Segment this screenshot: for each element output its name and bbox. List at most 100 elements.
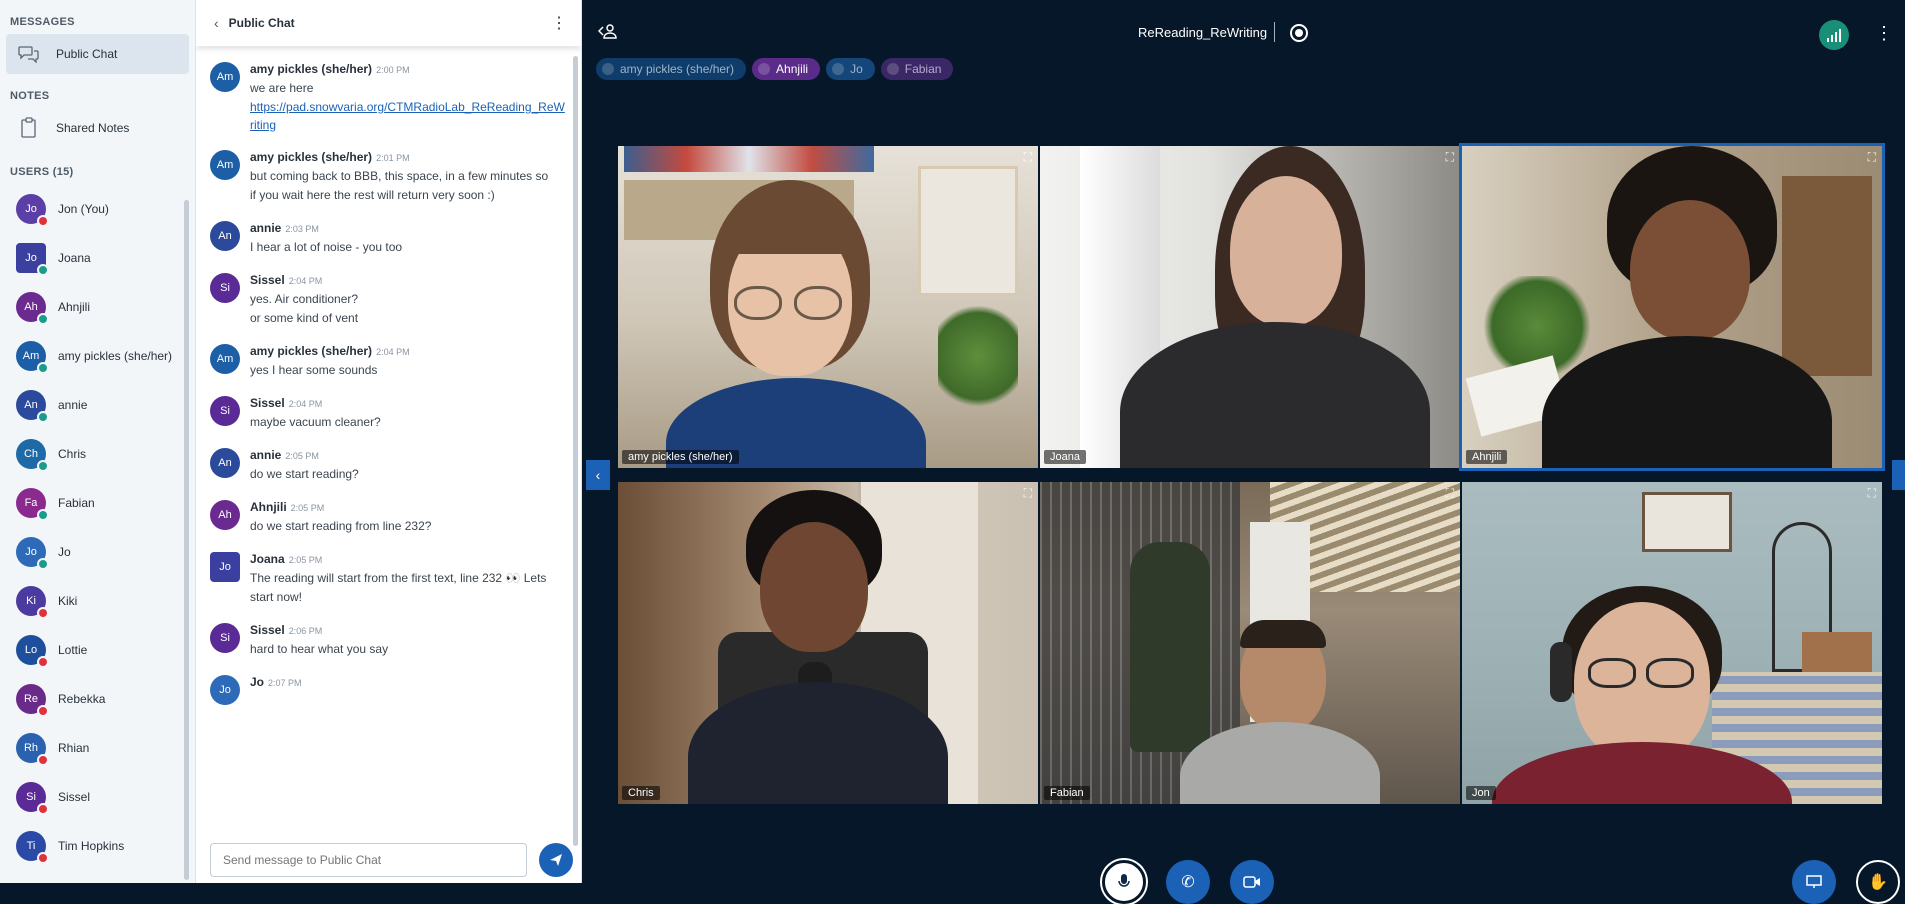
talking-indicator-name: Fabian <box>904 62 942 76</box>
avatar-initials: Ch <box>23 447 39 460</box>
user-list-item[interactable]: Jo Jon (You) <box>0 184 195 233</box>
message-text: yes. Air conditioner? <box>250 292 359 306</box>
message-link[interactable]: https://pad.snowvaria.org/CTMRadioLab_Re… <box>250 98 565 134</box>
user-list-item[interactable]: Ch Chris <box>0 429 195 478</box>
record-icon[interactable] <box>1290 24 1308 42</box>
participant-name-tag[interactable]: Fabian <box>1044 786 1090 800</box>
signal-bars-icon[interactable] <box>1819 20 1849 50</box>
user-list-item[interactable]: Ti Tim Hopkins <box>0 821 195 870</box>
participant-name-tag[interactable]: Chris <box>622 786 660 800</box>
user-list: Jo Jon (You) Jo Joana Ah Ahnjili Am amy pickles… <box>0 184 195 870</box>
user-status-dot <box>37 508 49 521</box>
user-list-item[interactable]: An annie <box>0 380 195 429</box>
user-name: Chris <box>58 446 87 461</box>
public-chat-label: Public Chat <box>56 47 118 61</box>
message-body: amy pickles (she/her) 2:00 PM we are here h… <box>250 60 565 134</box>
chevron-left-icon[interactable]: ‹ <box>586 460 610 490</box>
avatar: Rh <box>16 732 49 766</box>
user-list-item[interactable]: Ah Ahnjili <box>0 282 195 331</box>
send-icon[interactable] <box>539 843 573 877</box>
fullscreen-icon[interactable]: ⛶ <box>1024 486 1032 501</box>
meeting-title: ReReading_ReWriting <box>1138 25 1268 40</box>
fullscreen-icon[interactable]: ⛶ <box>1024 150 1032 165</box>
avatar: Jo <box>16 242 49 276</box>
fullscreen-icon[interactable]: ⛶ <box>1446 486 1454 501</box>
fullscreen-icon[interactable]: ⛶ <box>1868 486 1876 501</box>
message-author: Sissel <box>250 396 285 410</box>
message-body: Sissel 2:04 PM maybe vacuum cleaner? <box>250 394 565 432</box>
user-list-item[interactable]: Lo Lottie <box>0 625 195 674</box>
participant-name-tag[interactable]: amy pickles (she/her) <box>622 450 739 464</box>
user-list-icon[interactable] <box>597 22 618 45</box>
user-list-item[interactable]: Jo Jo <box>0 527 195 576</box>
video-tile-fabian[interactable]: Fabian ⛶ <box>1040 482 1460 804</box>
message-body: Sissel 2:06 PM hard to hear what you say <box>250 621 565 659</box>
user-status-dot <box>37 557 49 570</box>
message-text: but coming back to BBB, this space, in a… <box>250 169 549 183</box>
user-list-item[interactable]: Ki Kiki <box>0 576 195 625</box>
avatar: Ti <box>16 830 49 864</box>
message-body: Jo 2:07 PM <box>250 673 565 705</box>
sidebar-scrollbar[interactable] <box>184 200 189 880</box>
avatar: Si <box>16 781 49 815</box>
avatar: Ah <box>16 291 49 325</box>
public-chat-nav-item[interactable]: Public Chat <box>6 34 189 74</box>
video-tile-jon[interactable]: Jon ⛶ <box>1462 482 1882 804</box>
video-tile-amy[interactable]: amy pickles (she/her) ⛶ <box>618 146 1038 468</box>
chat-message: An annie 2:05 PM do we start reading? <box>196 446 571 484</box>
phone-icon[interactable]: ✆ <box>1166 860 1210 904</box>
message-author: Sissel <box>250 623 285 637</box>
avatar-initials: Ti <box>26 839 36 852</box>
participant-name-tag[interactable]: Jon <box>1466 786 1496 800</box>
vertical-dots-icon[interactable]: ⋮ <box>1875 23 1893 44</box>
talking-indicator[interactable]: Ahnjili <box>752 58 821 80</box>
message-list: Am amy pickles (she/her) 2:00 PM we are her… <box>196 60 571 835</box>
message-author: annie <box>250 221 282 235</box>
camera-icon[interactable] <box>1230 860 1274 904</box>
participant-name-tag[interactable]: Joana <box>1044 450 1086 464</box>
avatar: Si <box>210 396 240 426</box>
user-list-item[interactable]: Rh Rhian <box>0 723 195 772</box>
participant-name-tag[interactable]: Ahnjili <box>1466 450 1508 464</box>
fullscreen-icon[interactable]: ⛶ <box>1446 150 1454 165</box>
message-author: amy pickles (she/her) <box>250 344 373 358</box>
fullscreen-icon[interactable]: ⛶ <box>1868 150 1876 165</box>
user-name: amy pickles (she/her) <box>58 348 173 363</box>
presentation-icon[interactable] <box>1792 860 1836 904</box>
video-tile-ahnjili[interactable]: Ahnjili ⛶ <box>1462 146 1882 468</box>
hand-icon[interactable]: ✋ <box>1856 860 1900 904</box>
message-header: Joana 2:05 PM <box>250 550 565 569</box>
user-list-item[interactable]: Fa Fabian <box>0 478 195 527</box>
user-status-dot <box>37 312 49 325</box>
microphone-icon[interactable] <box>1102 860 1146 904</box>
message-time: 2:05 PM <box>285 451 319 461</box>
chevron-left-icon[interactable]: ‹ <box>214 15 219 31</box>
shared-notes-nav-item[interactable]: Shared Notes <box>6 108 189 148</box>
talking-indicator-name: amy pickles (she/her) <box>620 62 735 76</box>
avatar-initials: Am <box>216 353 234 365</box>
avatar: An <box>210 448 240 478</box>
talking-indicator[interactable]: Jo <box>826 58 875 80</box>
avatar: Am <box>210 344 240 374</box>
talking-indicator[interactable]: amy pickles (she/her) <box>596 58 747 80</box>
vertical-dots-icon[interactable]: ⋮ <box>551 13 567 33</box>
message-body: Joana 2:05 PM The reading will start from … <box>250 550 565 607</box>
message-body: annie 2:05 PM do we start reading? <box>250 446 565 484</box>
chat-scrollbar[interactable] <box>573 56 578 846</box>
video-tile-joana[interactable]: Joana ⛶ <box>1040 146 1460 468</box>
user-status-dot <box>37 655 49 668</box>
talking-indicator[interactable]: Fabian <box>880 58 954 80</box>
user-list-item[interactable]: Am amy pickles (she/her) <box>0 331 195 380</box>
chevron-right-icon[interactable] <box>1892 460 1905 490</box>
message-input[interactable] <box>210 843 527 877</box>
user-list-item[interactable]: Si Sissel <box>0 772 195 821</box>
avatar-initials: Si <box>26 790 36 803</box>
avatar: Am <box>210 62 240 92</box>
user-name: Lottie <box>58 642 88 657</box>
video-tile-chris[interactable]: Chris ⛶ <box>618 482 1038 804</box>
user-status-dot <box>37 214 49 227</box>
message-time: 2:05 PM <box>288 555 323 565</box>
avatar-initials: Jo <box>25 251 37 264</box>
user-list-item[interactable]: Jo Joana <box>0 233 195 282</box>
user-list-item[interactable]: Re Rebekka <box>0 674 195 723</box>
